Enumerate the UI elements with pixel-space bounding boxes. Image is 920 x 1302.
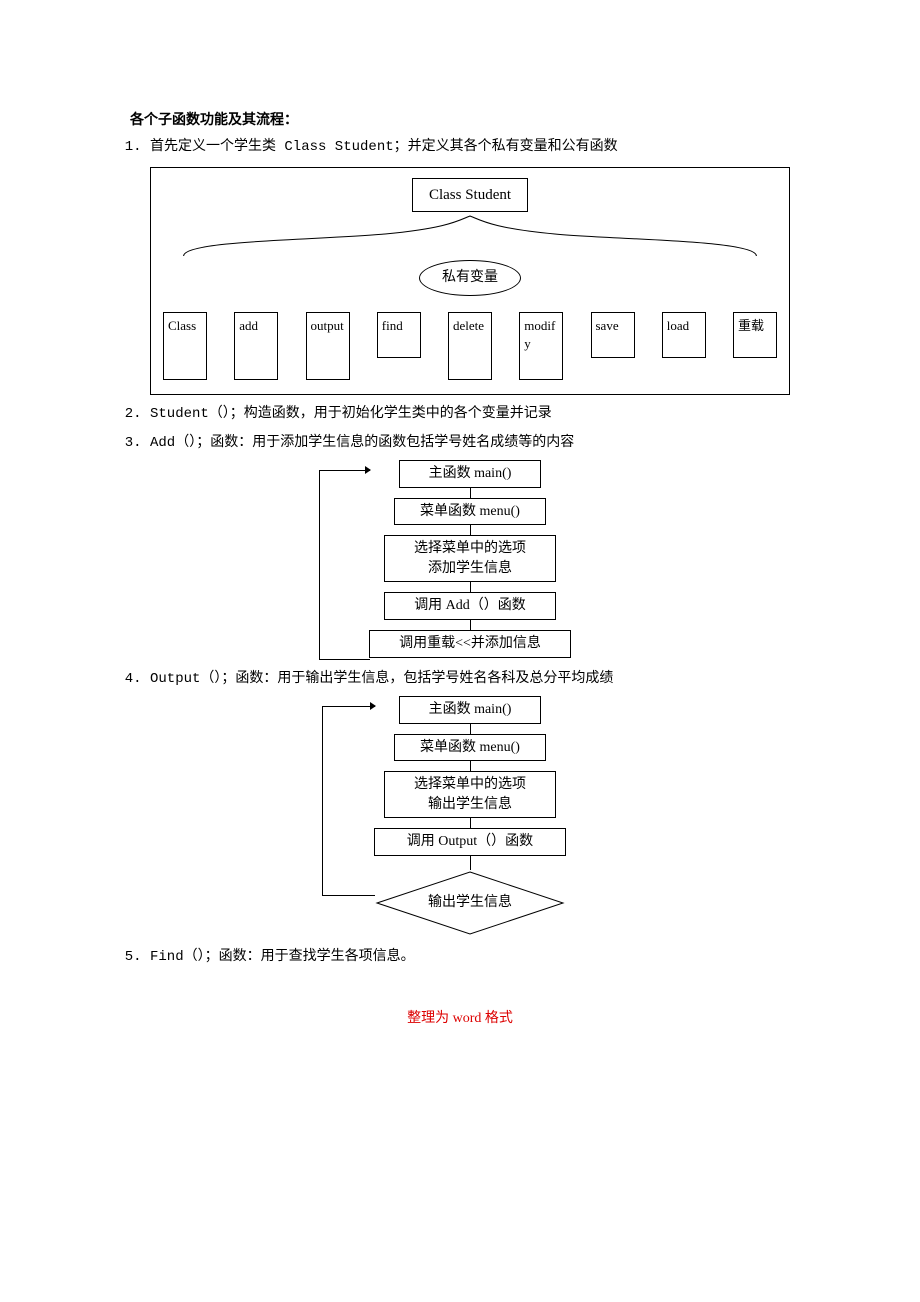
connector — [470, 856, 471, 870]
flow-box-select: 选择菜单中的选项 输出学生信息 — [384, 771, 556, 818]
diagram-top-row: Class Student — [163, 178, 777, 212]
flow-box-overload: 调用重载<<并添加信息 — [369, 630, 571, 658]
arrowhead-icon — [370, 702, 376, 710]
flow-box-call-add: 调用 Add（）函数 — [384, 592, 556, 620]
connector — [470, 582, 471, 592]
arrowhead-icon — [365, 466, 371, 474]
method-box-save: save — [591, 312, 635, 358]
method-box-overload: 重载 — [733, 312, 777, 358]
connector — [470, 724, 471, 734]
flow-box-line: 输出学生信息 — [395, 795, 545, 815]
list-item-text: Output（）；函数：用于输出学生信息，包括学号姓名各科及总分平均成绩 — [150, 671, 613, 687]
flow-box-main: 主函数 main() — [399, 460, 541, 488]
list-item: 首先定义一个学生类 Class Student；并定义其各个私有变量和公有函数 … — [150, 136, 790, 395]
method-box-modify: modify — [519, 312, 563, 380]
methods-row: Class add output find delete modify save… — [163, 312, 777, 380]
flow-box-line: 选择菜单中的选项 — [395, 539, 545, 559]
loop-line — [319, 470, 370, 660]
class-diagram: Class Student 私有变量 Class add output find… — [150, 167, 790, 395]
flow-box-line: 选择菜单中的选项 — [395, 775, 545, 795]
flow-box-line: 添加学生信息 — [395, 559, 545, 579]
method-box-delete: delete — [448, 312, 492, 380]
flow-box-menu: 菜单函数 menu() — [394, 498, 546, 526]
connector — [470, 818, 471, 828]
brace-icon — [173, 212, 767, 260]
list-item: Add（）；函数：用于添加学生信息的函数包括学号姓名成绩等的内容 主函数 mai… — [150, 432, 790, 658]
flowchart-add: 主函数 main() 菜单函数 menu() 选择菜单中的选项 添加学生信息 调… — [150, 460, 790, 658]
list-item-text: Find（）；函数：用于查找学生各项信息。 — [150, 949, 415, 965]
flow-box-main: 主函数 main() — [399, 696, 541, 724]
method-box-add: add — [234, 312, 278, 380]
flow-box-select: 选择菜单中的选项 添加学生信息 — [384, 535, 556, 582]
oval-row: 私有变量 — [163, 260, 777, 312]
list-item-text: Student（）；构造函数，用于初始化学生类中的各个变量并记录 — [150, 406, 552, 422]
flow-diamond: 输出学生信息 — [375, 870, 565, 936]
connector — [470, 761, 471, 771]
private-vars-oval: 私有变量 — [419, 260, 521, 296]
class-box: Class Student — [412, 178, 528, 212]
flow-box-menu: 菜单函数 menu() — [394, 734, 546, 762]
flowchart-output: 主函数 main() 菜单函数 menu() 选择菜单中的选项 输出学生信息 调… — [150, 696, 790, 936]
list-item: Find（）；函数：用于查找学生各项信息。 — [150, 946, 790, 968]
list-item-text: Add（）；函数：用于添加学生信息的函数包括学号姓名成绩等的内容 — [150, 435, 574, 451]
diamond-text: 输出学生信息 — [375, 870, 565, 936]
list-item: Output（）；函数：用于输出学生信息，包括学号姓名各科及总分平均成绩 主函数… — [150, 668, 790, 936]
method-box-output: output — [306, 312, 350, 380]
footer-note: 整理为 word 格式 — [130, 1008, 790, 1030]
list-item-text: 首先定义一个学生类 Class Student；并定义其各个私有变量和公有函数 — [150, 139, 618, 155]
connector — [470, 525, 471, 535]
list-item: Student（）；构造函数，用于初始化学生类中的各个变量并记录 — [150, 403, 790, 425]
section-heading: 各个子函数功能及其流程： — [130, 110, 790, 132]
connector — [470, 620, 471, 630]
method-box-class: Class — [163, 312, 207, 380]
flowchart-column: 主函数 main() 菜单函数 menu() 选择菜单中的选项 输出学生信息 调… — [374, 696, 566, 936]
method-box-find: find — [377, 312, 421, 358]
connector — [470, 488, 471, 498]
flow-box-call-output: 调用 Output（）函数 — [374, 828, 566, 856]
loop-line — [322, 706, 375, 896]
flowchart-column: 主函数 main() 菜单函数 menu() 选择菜单中的选项 添加学生信息 调… — [369, 460, 571, 658]
ordered-list: 首先定义一个学生类 Class Student；并定义其各个私有变量和公有函数 … — [150, 136, 790, 968]
method-box-load: load — [662, 312, 706, 358]
